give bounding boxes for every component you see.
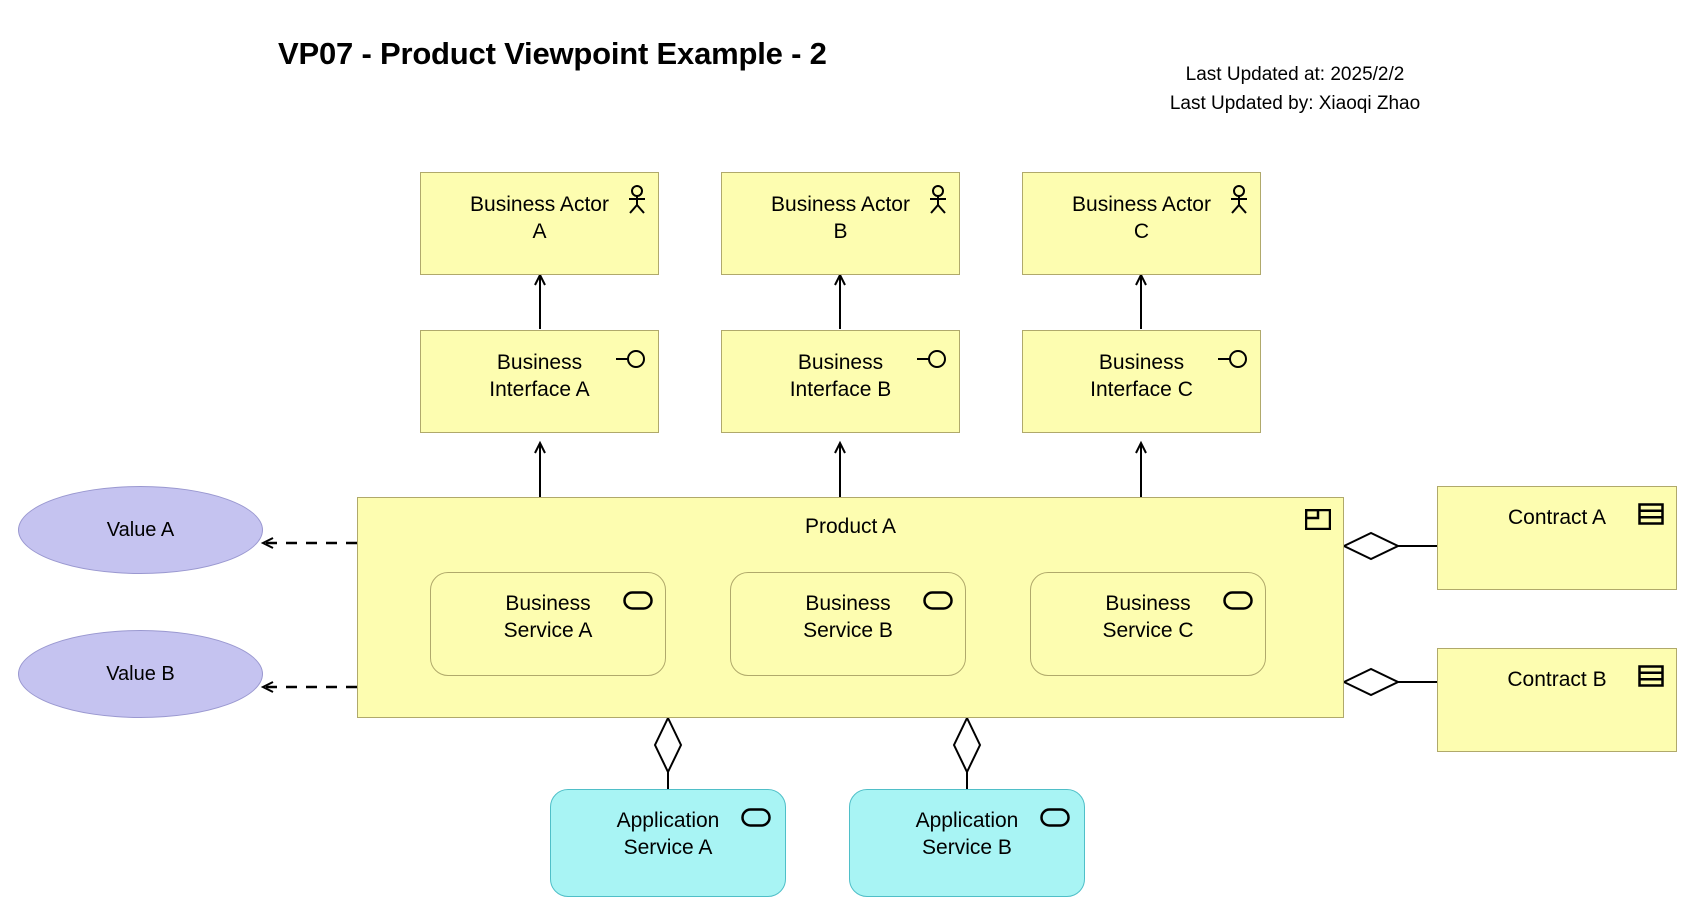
- business-actor-icon: [1228, 185, 1250, 215]
- contract-a[interactable]: Contract A: [1437, 486, 1677, 590]
- connector-product-to-application-service-a: [653, 715, 683, 790]
- application-service-a-label: Application Service A: [616, 809, 720, 860]
- business-actor-b[interactable]: Business Actor B: [721, 172, 960, 275]
- contract-icon: [1638, 503, 1664, 525]
- business-interface-c[interactable]: Business Interface C: [1022, 330, 1261, 433]
- last-updated-at: Last Updated at: 2025/2/2: [1185, 64, 1405, 85]
- business-interface-a[interactable]: Business Interface A: [420, 330, 659, 433]
- business-service-c-label: Business Service C: [1102, 592, 1194, 643]
- business-actor-b-label: Business Actor B: [771, 193, 910, 244]
- contract-icon: [1638, 665, 1664, 687]
- business-actor-icon: [927, 185, 949, 215]
- diagram-metadata: Last Updated at: 2025/2/2 Last Updated b…: [1140, 60, 1450, 118]
- business-actor-icon: [626, 185, 648, 215]
- business-service-icon: [623, 591, 653, 610]
- value-b-label: Value B: [106, 663, 175, 685]
- diagram-connector-layer: [260, 272, 1437, 790]
- business-service-b[interactable]: Business Service B: [730, 572, 966, 676]
- connector-product-to-application-service-b: [952, 715, 982, 790]
- business-interface-icon: [917, 349, 949, 369]
- business-actor-a[interactable]: Business Actor A: [420, 172, 659, 275]
- application-service-icon: [1040, 808, 1070, 827]
- business-service-a-label: Business Service A: [503, 592, 593, 643]
- business-actor-c[interactable]: Business Actor C: [1022, 172, 1261, 275]
- business-interface-b[interactable]: Business Interface B: [721, 330, 960, 433]
- value-b[interactable]: Value B: [18, 630, 263, 718]
- business-interface-icon: [1218, 349, 1250, 369]
- business-service-icon: [1223, 591, 1253, 610]
- business-interface-icon: [616, 349, 648, 369]
- contract-b-label: Contract B: [1507, 668, 1607, 691]
- page-title: VP07 - Product Viewpoint Example - 2: [278, 36, 827, 71]
- value-a[interactable]: Value A: [18, 486, 263, 574]
- business-service-c[interactable]: Business Service C: [1030, 572, 1266, 676]
- application-service-b[interactable]: Application Service B: [849, 789, 1085, 897]
- value-a-label: Value A: [106, 519, 175, 541]
- business-actor-a-label: Business Actor A: [470, 193, 609, 244]
- business-service-icon: [923, 591, 953, 610]
- application-service-a[interactable]: Application Service A: [550, 789, 786, 897]
- application-service-icon: [741, 808, 771, 827]
- business-interface-c-label: Business Interface C: [1090, 351, 1193, 402]
- product-a[interactable]: Product A Business Service A Business Se…: [357, 497, 1344, 718]
- business-interface-a-label: Business Interface A: [489, 351, 590, 402]
- connector-product-to-contract-b: [1341, 667, 1437, 697]
- contract-b[interactable]: Contract B: [1437, 648, 1677, 752]
- business-actor-c-label: Business Actor C: [1072, 193, 1211, 244]
- last-updated-by: Last Updated by: Xiaoqi Zhao: [1169, 93, 1421, 114]
- business-service-a[interactable]: Business Service A: [430, 572, 666, 676]
- product-a-label: Product A: [804, 515, 897, 538]
- contract-a-label: Contract A: [1507, 506, 1607, 529]
- business-service-b-label: Business Service B: [803, 592, 893, 643]
- business-interface-b-label: Business Interface B: [789, 351, 892, 402]
- application-service-b-label: Application Service B: [915, 809, 1019, 860]
- connector-product-to-contract-a: [1341, 531, 1437, 561]
